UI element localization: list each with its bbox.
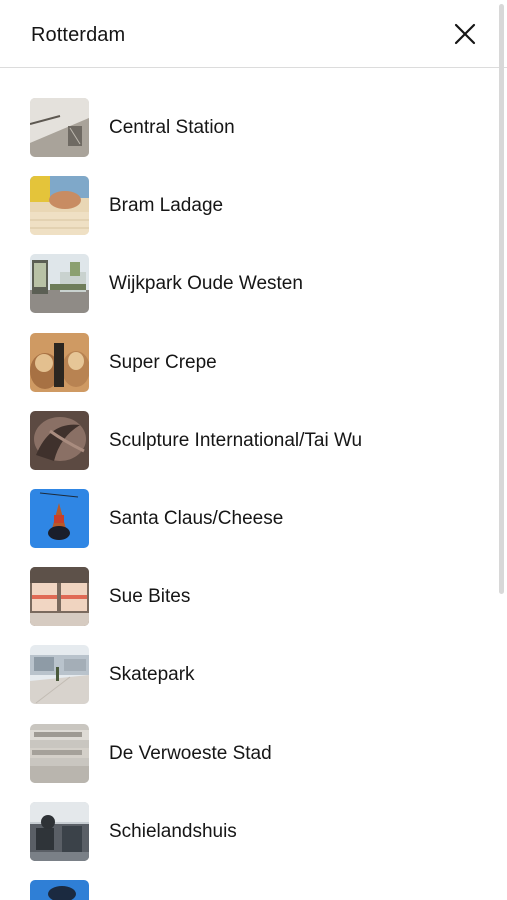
partial-thumbnail <box>30 879 89 900</box>
list-item-label: De Verwoeste Stad <box>109 742 272 764</box>
places-list: Central Station Bram Ladage Wijkpark Oud… <box>0 68 497 900</box>
list-item-label: Super Crepe <box>109 351 217 373</box>
list-item[interactable]: Sue Bites <box>0 537 497 627</box>
panel-header: Rotterdam <box>0 0 507 68</box>
list-item[interactable]: De Verwoeste Stad <box>0 694 497 783</box>
list-item-label: Sculpture International/Tai Wu <box>109 429 363 451</box>
scrollbar[interactable] <box>499 4 504 594</box>
list-item-label: Sue Bites <box>109 586 191 608</box>
list-item-label: Central Station <box>109 117 235 138</box>
list-item[interactable]: Skatepark <box>0 615 497 705</box>
list-item-label: Schielandshuis <box>109 820 237 842</box>
list-item-label: Bram Ladage <box>109 195 224 217</box>
list-item[interactable]: Central Station <box>0 68 497 157</box>
list-item-label: Wijkpark Oude Westen <box>109 273 303 295</box>
page-title: Rotterdam <box>31 24 126 46</box>
list-item[interactable]: Sculpture International/Tai Wu <box>0 381 497 470</box>
list-item-label: Santa Claus/Cheese <box>109 507 284 529</box>
close-icon <box>454 23 476 45</box>
list-item[interactable] <box>0 850 497 900</box>
list-item[interactable]: Bram Ladage <box>0 146 497 236</box>
list-item[interactable]: Schielandshuis <box>0 772 497 861</box>
list-item-label: Skatepark <box>109 664 195 686</box>
close-button[interactable] <box>450 19 480 49</box>
places-panel: Rotterdam Central Station Bram Ladage Wi… <box>0 0 507 900</box>
list-item[interactable]: Santa Claus/Cheese <box>0 459 497 548</box>
list-item[interactable]: Wijkpark Oude Westen <box>0 224 497 314</box>
list-item[interactable]: Super Crepe <box>0 303 497 392</box>
